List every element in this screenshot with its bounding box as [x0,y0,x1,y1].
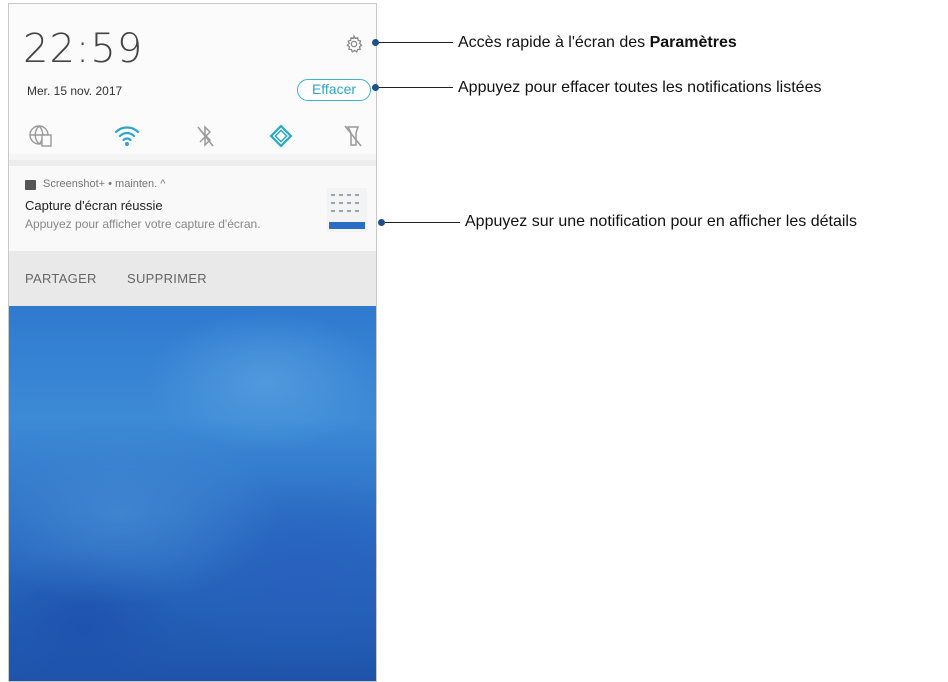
auto-rotate-icon[interactable] [267,122,295,150]
notification-app-line: Screenshot+ • mainten. ^ [43,178,166,190]
callout-settings: Accès rapide à l'écran des Paramètres [458,34,737,51]
delete-button[interactable]: SUPPRIMER [127,271,207,286]
wallpaper [9,306,376,681]
quick-settings-row [27,122,367,150]
date: Mer. 15 nov. 2017 [27,84,123,98]
image-app-icon [25,180,36,190]
notification-actions: PARTAGER SUPPRIMER [9,251,376,306]
notification-shade-header: 22:59 Mer. 15 nov. 2017 Effacer [9,4,376,154]
wifi-icon[interactable] [113,122,141,150]
notification-body: Appuyez pour afficher votre capture d'éc… [25,217,261,231]
settings-gear-icon[interactable] [344,34,364,54]
callout-notification: Appuyez sur une notification pour en aff… [465,213,857,230]
callout-dot-notification [378,219,385,226]
phone-screen: 22:59 Mer. 15 nov. 2017 Effacer Screensh… [8,3,377,682]
network-globe-icon[interactable] [27,122,55,150]
clock: 22:59 [23,26,144,72]
share-button[interactable]: PARTAGER [25,271,97,286]
bluetooth-off-icon[interactable] [191,122,219,150]
clear-all-button[interactable]: Effacer [297,79,371,101]
notification-title: Capture d'écran réussie [25,198,163,213]
callout-clear: Appuyez pour effacer toutes les notifica… [458,79,822,96]
callout-dot-settings [372,39,379,46]
screenshot-notification[interactable]: Screenshot+ • mainten. ^ Capture d'écran… [9,166,376,251]
callout-dot-clear [372,84,379,91]
callout-line-clear [379,87,453,88]
screenshot-thumbnail-icon[interactable] [327,188,367,232]
flashlight-off-icon[interactable] [339,122,367,150]
callout-line-settings [379,42,453,43]
callout-line-notification [385,222,460,223]
